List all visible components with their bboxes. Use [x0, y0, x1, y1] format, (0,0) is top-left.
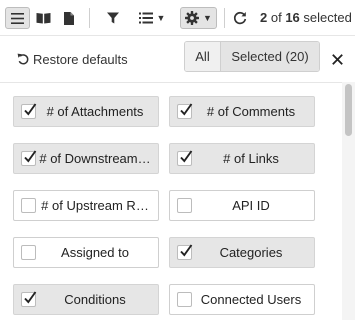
selected-of: of — [270, 10, 282, 25]
field-option-label: # of Comments — [206, 104, 296, 119]
document-view-button[interactable] — [58, 7, 80, 29]
field-option[interactable]: API ID — [169, 190, 315, 221]
column-field-grid: # of Attachments # of Comments # of Downst… — [0, 82, 342, 320]
scrollbar[interactable] — [342, 82, 355, 320]
field-option-label: Connected Users — [200, 292, 302, 307]
filter-icon — [107, 12, 119, 24]
toolbar-separator — [89, 8, 90, 28]
chevron-down-icon: ▼ — [203, 13, 212, 23]
field-option-label: # of Attachments — [46, 104, 144, 119]
list-view-icon — [11, 12, 24, 24]
field-option[interactable]: # of Attachments — [13, 96, 159, 127]
checkbox-checked[interactable] — [177, 150, 193, 166]
book-view-button[interactable] — [32, 7, 54, 29]
checkbox-checked[interactable] — [177, 244, 193, 260]
filter-selected-button[interactable]: Selected (20) — [221, 42, 319, 71]
field-option[interactable]: Connected Users — [169, 284, 315, 315]
field-option[interactable]: # of Comments — [169, 96, 315, 127]
field-option-label: # of Upstream R… — [41, 198, 149, 213]
column-filter-toggle: All Selected (20) — [184, 41, 320, 72]
filter-all-button[interactable]: All — [185, 42, 221, 71]
field-option-label: Assigned to — [61, 245, 129, 260]
checkbox-unchecked[interactable] — [21, 245, 36, 260]
list-view-button[interactable] — [5, 7, 30, 29]
book-view-icon — [36, 13, 50, 24]
toolbar-separator — [224, 8, 225, 28]
selection-count: 2 of 16 selected — [260, 10, 352, 25]
checkbox-checked[interactable] — [21, 291, 37, 307]
document-view-icon — [64, 11, 74, 25]
field-option[interactable]: # of Downstream… — [13, 143, 159, 174]
field-option[interactable]: Assigned to — [13, 237, 159, 268]
scrollbar-thumb[interactable] — [345, 84, 352, 136]
list-options-icon — [138, 12, 153, 24]
selected-suffix: selected — [303, 10, 352, 25]
list-options-button[interactable]: ▼ — [133, 7, 171, 29]
field-option[interactable]: Conditions — [13, 284, 159, 315]
gear-icon — [185, 11, 200, 25]
restore-defaults-link[interactable]: Restore defaults — [17, 49, 128, 69]
close-icon — [331, 53, 343, 65]
field-option-label: Categories — [219, 245, 283, 260]
field-option[interactable]: Categories — [169, 237, 315, 268]
toolbar: ▼ ▼ 2 of 16 selected — [0, 0, 355, 36]
settings-button[interactable]: ▼ — [180, 7, 217, 29]
filter-button[interactable] — [102, 7, 124, 29]
chevron-down-icon: ▼ — [156, 13, 166, 23]
close-button[interactable] — [328, 50, 346, 68]
field-option-label: Conditions — [64, 292, 126, 307]
refresh-icon — [234, 11, 247, 25]
restore-defaults-label: Restore defaults — [33, 51, 128, 67]
checkbox-unchecked[interactable] — [21, 198, 36, 213]
field-option-label: # of Downstream… — [39, 151, 151, 166]
checkbox-checked[interactable] — [177, 103, 193, 119]
undo-icon — [17, 53, 29, 65]
refresh-button[interactable] — [229, 7, 251, 29]
checkbox-checked[interactable] — [21, 150, 37, 166]
selected-total: 16 — [285, 10, 300, 25]
checkbox-unchecked[interactable] — [177, 292, 192, 307]
field-option-label: API ID — [232, 198, 270, 213]
field-option-label: # of Links — [223, 151, 279, 166]
field-option[interactable]: # of Upstream R… — [13, 190, 159, 221]
selected-count: 2 — [260, 10, 268, 25]
field-option[interactable]: # of Links — [169, 143, 315, 174]
checkbox-checked[interactable] — [21, 103, 37, 119]
checkbox-unchecked[interactable] — [177, 198, 192, 213]
